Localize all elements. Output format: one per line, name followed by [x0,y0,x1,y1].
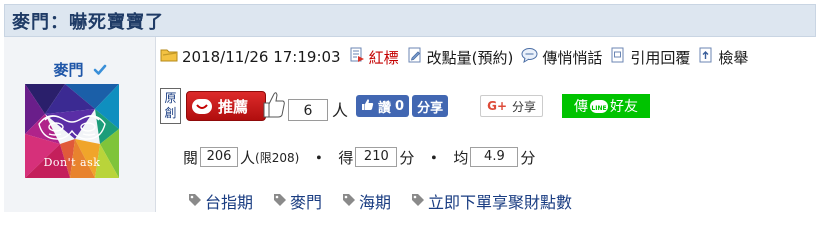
recommend-label: 推薦 [218,97,249,116]
post-meta-row: 2018/11/26 17:19:03 紅標 改點量(預約) 傳悄悄話 引用回覆… [160,46,756,68]
original-badge: 原創 [160,88,181,124]
report-label: 檢舉 [718,48,749,67]
recommend-count: 6 [288,99,328,121]
recommend-button[interactable]: 推薦 [186,91,266,121]
smile-icon [192,98,212,114]
engagement-row: 原創 推薦 6 人 讚 0 分享 G+ 分享 傳 LINE 好友 [160,88,651,124]
score-value: 210 [355,147,398,167]
tag-label: 立即下單享聚財點數 [428,193,573,212]
tag-item[interactable]: 麥門 [273,189,322,213]
red-flag-link[interactable]: 紅標 [349,47,399,68]
tag-icon [342,192,356,211]
google-plus-share-button[interactable]: G+ 分享 [480,95,544,117]
google-share-label: 分享 [512,99,537,114]
facebook-like-button[interactable]: 讚 0 [356,95,410,117]
quote-reply-link[interactable]: 引用回覆 [610,47,690,68]
quote-reply-label: 引用回覆 [630,48,691,67]
average-label: 均 [453,148,469,167]
folder-icon [160,47,178,67]
edit-icon [407,47,423,67]
thread-title-bar: 麥門：嚇死寶寶了 [4,4,816,37]
post-datetime: 2018/11/26 17:19:03 [182,48,341,66]
report-link[interactable]: 檢舉 [698,47,748,68]
author-name[interactable]: 麥門 [53,61,83,79]
tag-label: 台指期 [205,193,254,212]
average-unit: 分 [520,148,536,167]
line-icon: LINE [590,99,609,113]
facebook-like-label: 讚 [378,100,392,116]
average-value: 4.9 [470,147,519,167]
google-plus-icon: G+ [487,99,507,113]
views-limit: (限208) [255,150,300,165]
chat-bubble-icon [521,47,538,67]
edit-points-link[interactable]: 改點量(預約) [407,47,514,68]
avatar[interactable]: Don't ask [25,84,119,178]
tags-row: 台指期 麥門 海期 立即下單享聚財點數 [188,190,592,212]
score-label: 得 [338,148,354,167]
separator-2: ・ [426,148,442,167]
views-unit: 人 [240,148,256,167]
views-label: 閱 [183,148,199,167]
red-flag-label: 紅標 [368,48,399,67]
tag-label: 海期 [359,193,392,212]
facebook-like-count: 0 [395,98,405,114]
tag-item[interactable]: 立即下單享聚財點數 [411,189,572,213]
facebook-share-label: 分享 [417,100,444,116]
thumbs-up-icon [262,89,286,123]
private-message-label: 傳悄悄話 [542,48,603,67]
like-thumb-icon [361,98,374,115]
avatar-caption: Don't ask [43,156,101,169]
tag-icon [188,192,202,211]
tag-icon [411,192,425,211]
line-label-send: 傳 [574,99,589,115]
author-block: 麥門 [4,59,156,81]
line-share-button[interactable]: 傳 LINE 好友 [562,94,651,118]
tag-label: 麥門 [290,193,323,212]
tag-item[interactable]: 台指期 [188,189,253,213]
svg-text:LINE: LINE [591,105,606,112]
separator-1: ・ [311,148,327,167]
private-message-link[interactable]: 傳悄悄話 [521,47,602,68]
edit-points-label: 改點量(預約) [426,48,514,67]
views-count: 206 [200,147,239,167]
recommend-unit: 人 [332,101,349,120]
verified-check-icon [93,62,107,81]
stats-row: 閱 206 人 (限208) ・ 得 210 分 ・ 均 4.9 分 [183,145,535,169]
facebook-share-button[interactable]: 分享 [412,95,449,117]
tag-item[interactable]: 海期 [342,189,391,213]
score-unit: 分 [399,148,415,167]
quote-icon [610,47,626,67]
thread-title: 麥門：嚇死寶寶了 [12,11,164,33]
author-panel: 麥門 Don't ask [4,37,156,212]
red-flag-icon [349,47,365,67]
tag-icon [273,192,287,211]
report-icon [698,47,714,67]
line-label-friend: 好友 [610,99,639,115]
